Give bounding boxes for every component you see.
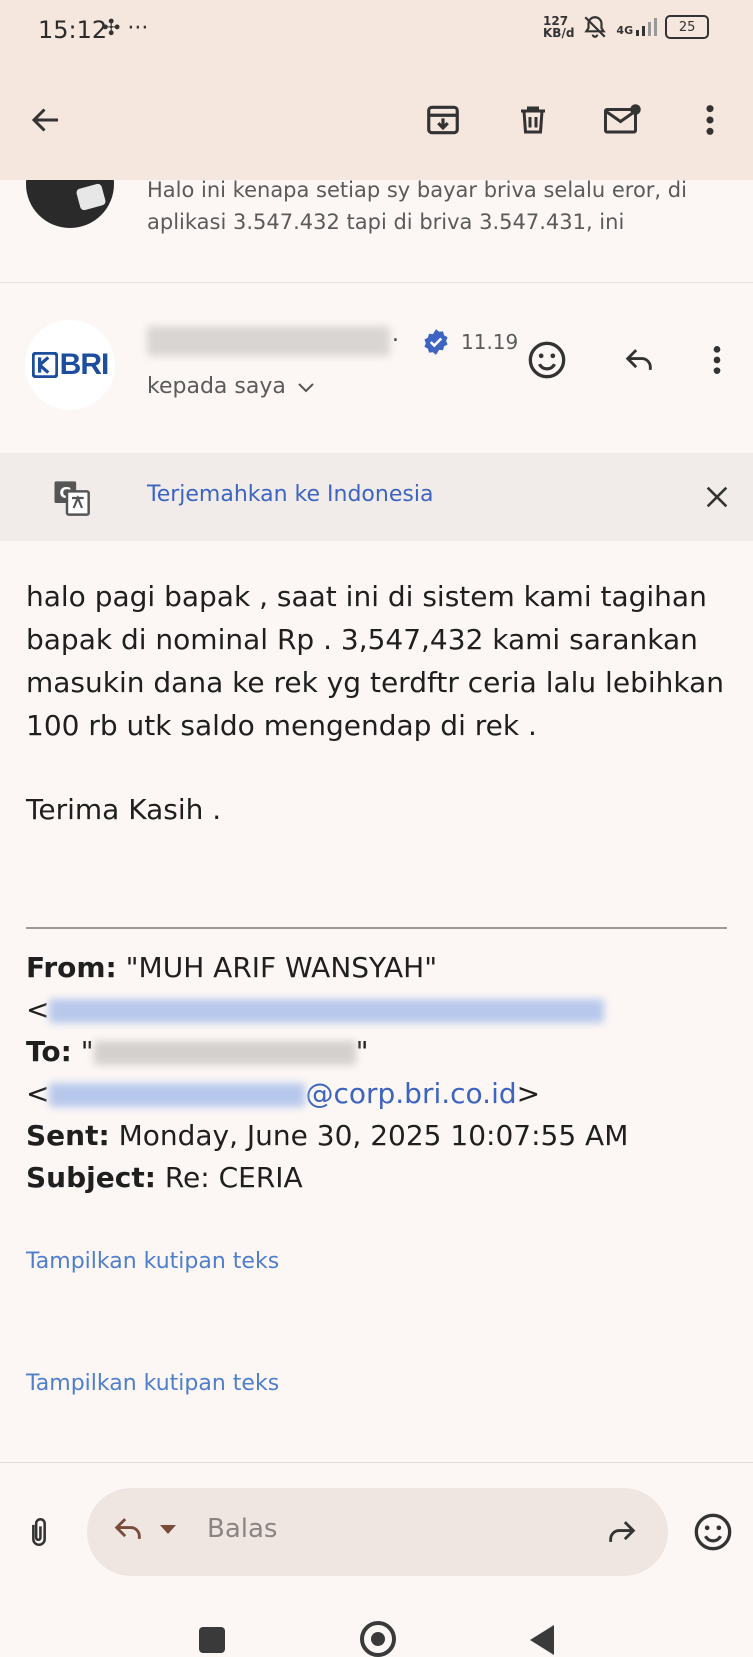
- emoji-icon: [528, 341, 566, 379]
- body-paragraph: halo pagi bapak , saat ini di sistem kam…: [26, 580, 724, 742]
- previous-message-preview[interactable]: Halo ini kenapa setiap sy bayar briva se…: [0, 180, 753, 283]
- close-icon: [706, 486, 728, 508]
- show-quoted-text-link[interactable]: Tampilkan kutipan teks: [26, 1249, 279, 1274]
- bri-logo: BRI: [31, 348, 109, 382]
- status-time: 15:12: [38, 16, 108, 44]
- archive-button[interactable]: [419, 96, 467, 144]
- mark-unread-button[interactable]: [598, 96, 646, 144]
- forward-icon: [609, 1521, 636, 1542]
- reply-placeholder: Balas: [207, 1514, 278, 1544]
- trash-icon: [521, 106, 545, 134]
- more-vert-icon: [706, 105, 714, 135]
- translate-link[interactable]: Terjemahkan ke Indonesia: [147, 482, 433, 507]
- reply-button[interactable]: [615, 336, 663, 384]
- emoji-icon: [694, 1513, 732, 1551]
- body-closing: Terima Kasih .: [26, 793, 222, 826]
- emoji-reaction-button[interactable]: [689, 1508, 737, 1556]
- signal-icon: 4G: [616, 18, 658, 36]
- paperclip-icon: [32, 1517, 46, 1546]
- translate-icon: G: [54, 481, 90, 516]
- quote-divider: [26, 927, 727, 929]
- attach-button[interactable]: [15, 1508, 63, 1556]
- chevron-down-icon: [298, 382, 314, 392]
- delete-button[interactable]: [509, 96, 557, 144]
- net-speed: 127 KB/d: [543, 14, 575, 40]
- mail-unread-icon: [604, 104, 641, 134]
- show-quoted-text-link[interactable]: Tampilkan kutipan teks: [26, 1371, 279, 1396]
- redacted-from-email[interactable]: [49, 999, 605, 1023]
- to-email-domain-link[interactable]: @corp.bri.co.id: [305, 1077, 516, 1110]
- recents-nav-button[interactable]: [199, 1627, 225, 1653]
- avatar: [26, 180, 114, 228]
- message-snippet: Halo ini kenapa setiap sy bayar briva se…: [147, 180, 687, 234]
- recipient-label: kepada saya: [147, 374, 286, 399]
- verified-badge-icon: [424, 329, 448, 355]
- reply-type-selector[interactable]: [109, 1512, 177, 1546]
- home-nav-button[interactable]: [360, 1621, 396, 1657]
- more-vert-icon: [713, 346, 721, 374]
- quoted-to-email: < @corp.bri.co.id>: [26, 1077, 541, 1110]
- bell-muted-icon: [584, 16, 607, 38]
- redacted-to-name: [93, 1041, 356, 1065]
- quoted-from-email: <: [26, 989, 726, 1031]
- add-reaction-button[interactable]: [523, 336, 571, 384]
- battery-icon: 25: [665, 15, 710, 39]
- top-app-bar: 15:12 ✣ ··· 127 KB/d 4G 25: [0, 0, 753, 180]
- status-extra-icons: ✣ ···: [102, 16, 149, 41]
- sender-name-suffix: .: [392, 322, 399, 347]
- arrow-left-icon: [31, 108, 58, 132]
- sender-avatar[interactable]: BRI: [25, 320, 115, 410]
- quoted-to-line: To: " ": [26, 1035, 369, 1068]
- message-more-button[interactable]: [693, 336, 741, 384]
- quoted-sent-line: Sent: Monday, June 30, 2025 10:07:55 AM: [26, 1119, 629, 1152]
- redacted-to-email-user[interactable]: [49, 1083, 306, 1107]
- translate-bar: G Terjemahkan ke Indonesia: [0, 453, 753, 541]
- message-body: halo pagi bapak , saat ini di sistem kam…: [26, 575, 726, 831]
- reply-input[interactable]: Balas: [87, 1488, 668, 1576]
- quoted-from-line: From: "MUH ARIF WANSYAH": [26, 951, 438, 984]
- close-translate-button[interactable]: [693, 473, 741, 521]
- bri-logo-mark-icon: [31, 352, 58, 378]
- sender-name-redacted[interactable]: [147, 326, 390, 356]
- recipient-details-toggle[interactable]: kepada saya: [147, 374, 316, 399]
- reply-icon: [114, 1518, 141, 1539]
- quoted-subject-line: Subject: Re: CERIA: [26, 1161, 303, 1194]
- message-time: 11.19: [461, 330, 519, 354]
- status-icons: 127 KB/d 4G 25: [543, 14, 710, 40]
- back-button[interactable]: [22, 96, 70, 144]
- forward-button[interactable]: [598, 1508, 646, 1556]
- more-options-button[interactable]: [686, 96, 734, 144]
- caret-down-icon: [160, 1525, 176, 1534]
- archive-icon: [427, 105, 459, 135]
- bottom-divider: [0, 1462, 753, 1463]
- reply-icon: [625, 349, 652, 370]
